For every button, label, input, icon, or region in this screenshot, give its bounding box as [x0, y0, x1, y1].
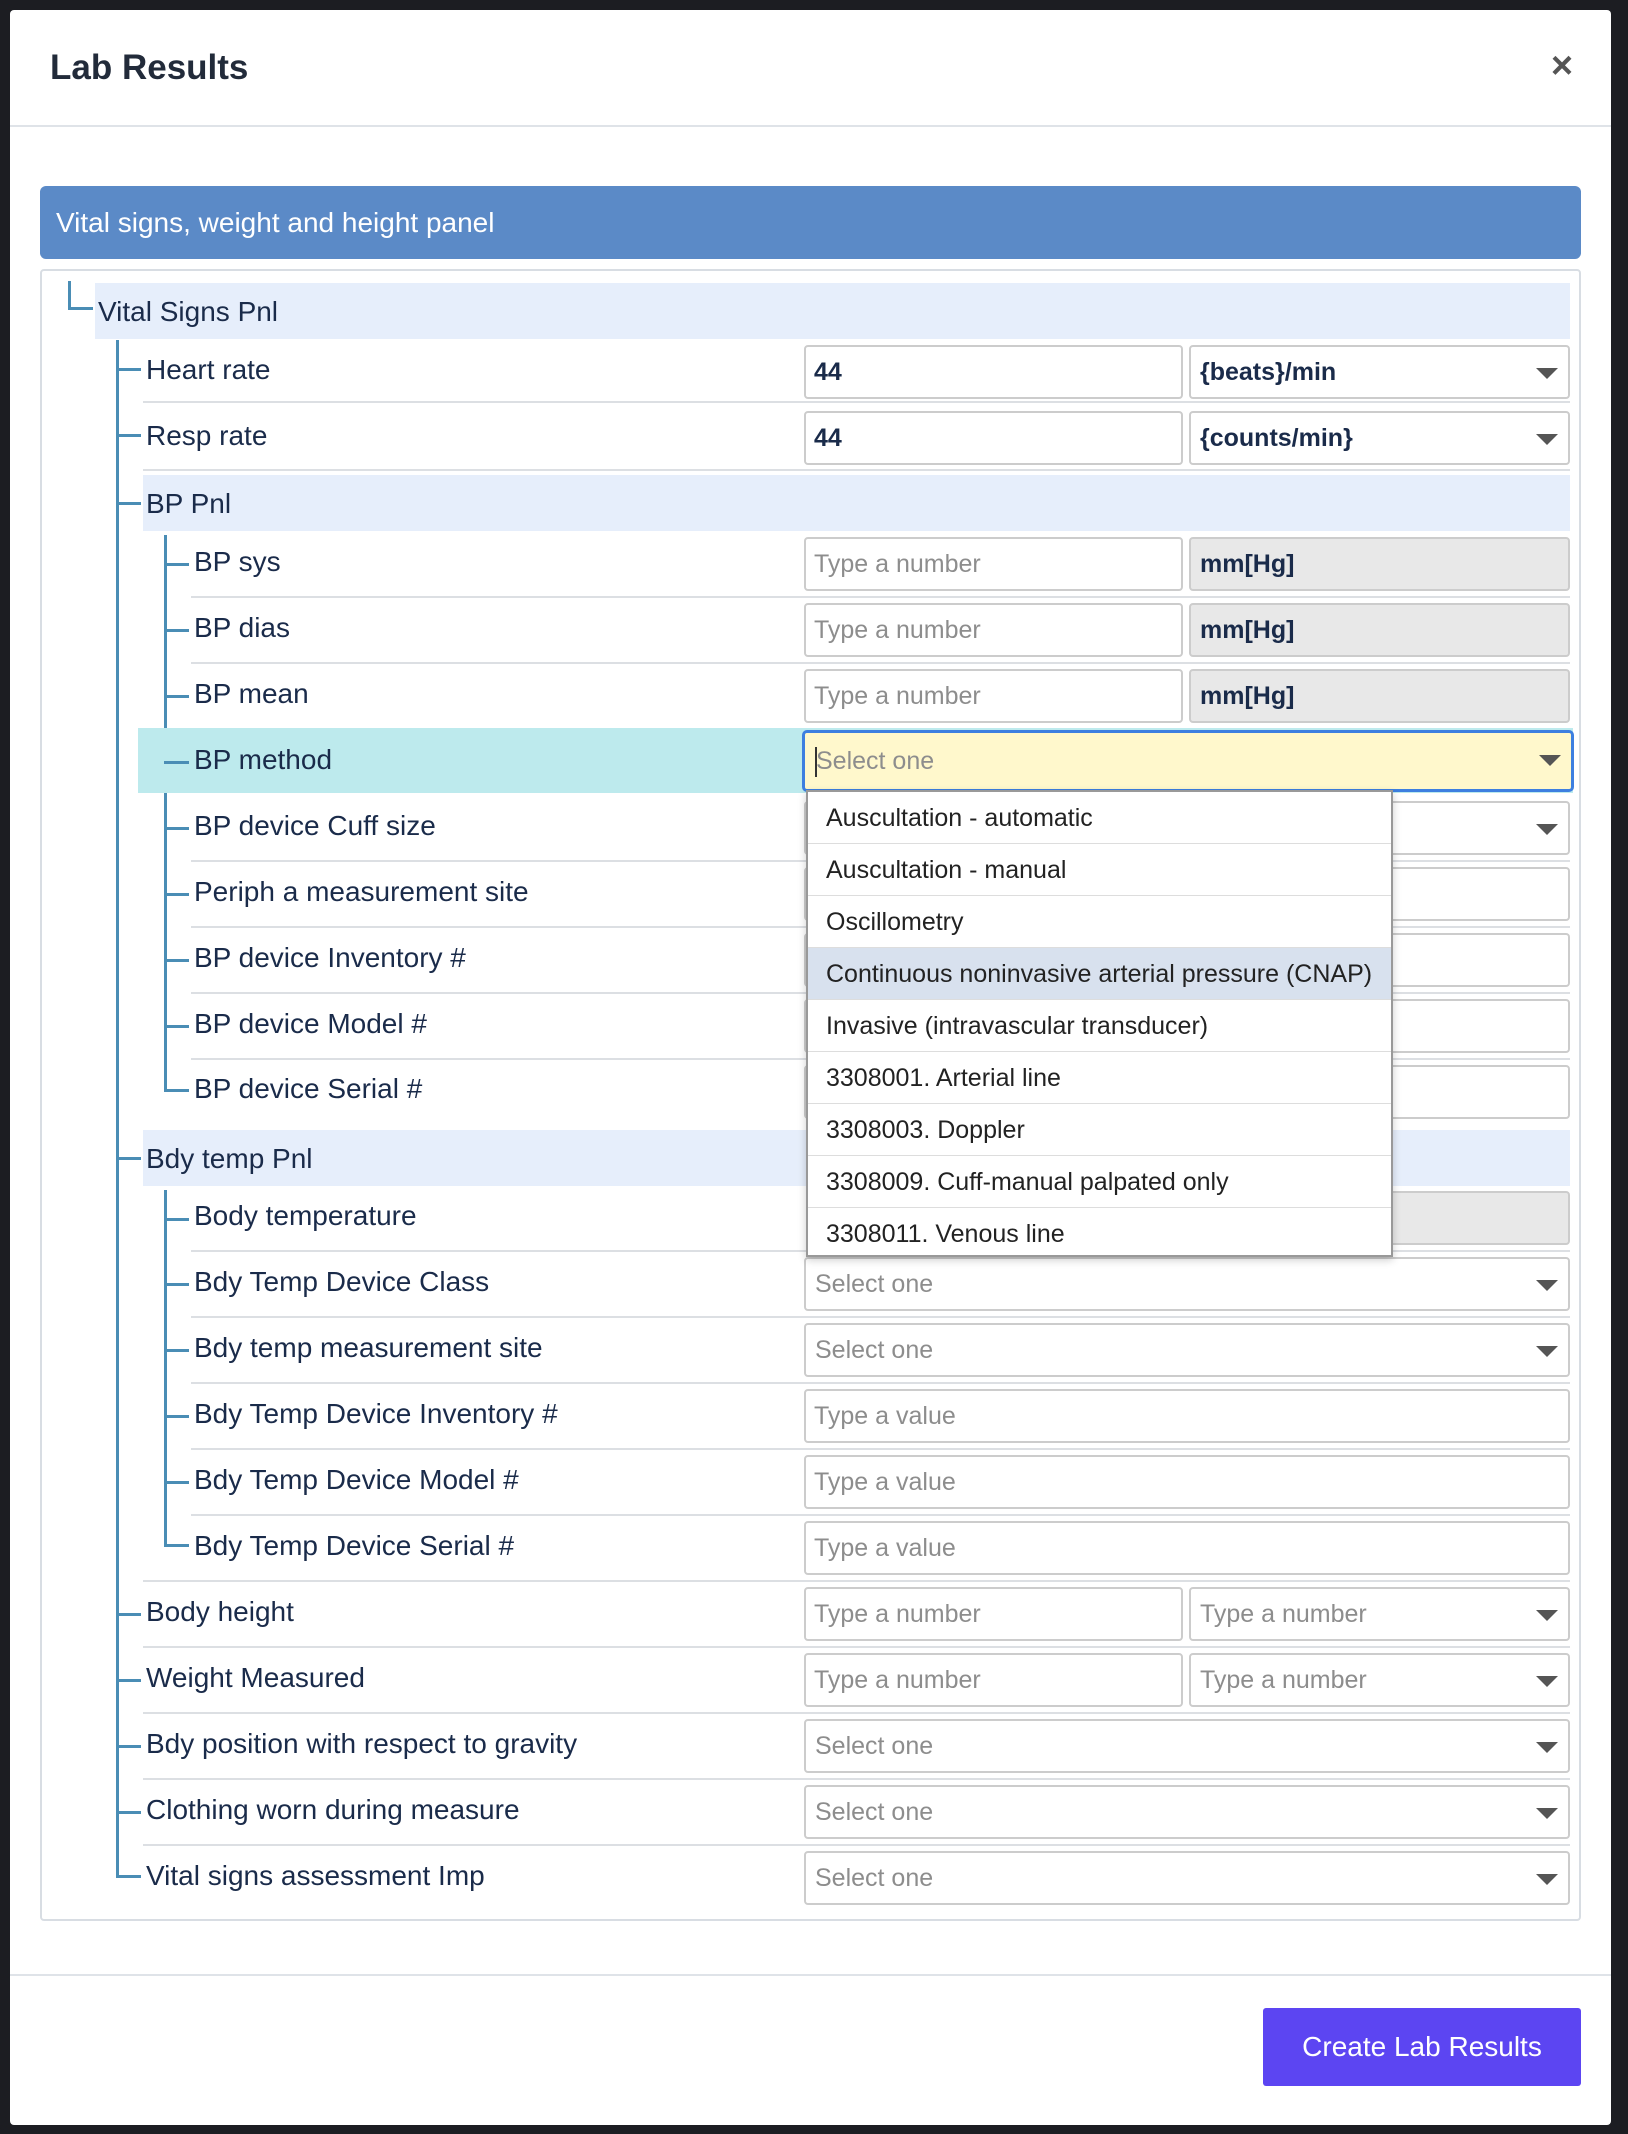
bp-mean-label: BP mean: [194, 678, 309, 709]
resp-rate-input[interactable]: [804, 411, 1183, 465]
heart-rate-label: Heart rate: [146, 354, 271, 385]
bp-dias-label: BP dias: [194, 612, 290, 643]
dropdown-option[interactable]: 3308003. Doppler: [808, 1104, 1391, 1156]
heart-rate-input[interactable]: [804, 345, 1183, 399]
panel-header: Vital signs, weight and height panel: [40, 186, 1581, 259]
temp-site-select[interactable]: Select one: [804, 1323, 1570, 1377]
dropdown-option[interactable]: Oscillometry: [808, 896, 1391, 948]
bp-method-dropdown: Auscultation - automatic Auscultation - …: [806, 790, 1393, 1257]
resp-rate-unit: {counts/min}: [1200, 424, 1353, 452]
bp-model-label: BP device Model #: [194, 1008, 427, 1039]
body-height-unit-placeholder: Type a number: [1200, 1600, 1367, 1628]
chevron-down-icon: [1539, 755, 1561, 766]
dropdown-option[interactable]: 3308011. Venous line: [808, 1208, 1391, 1260]
dropdown-option[interactable]: Auscultation - automatic: [808, 792, 1391, 844]
position-select[interactable]: Select one: [804, 1719, 1570, 1773]
clothing-select[interactable]: Select one: [804, 1785, 1570, 1839]
temp-class-label: Bdy Temp Device Class: [194, 1266, 490, 1297]
chevron-down-icon: [1536, 1742, 1558, 1753]
modal-header: Lab Results ×: [10, 10, 1611, 127]
body-height-label: Body height: [146, 1596, 294, 1627]
heart-rate-unit-select[interactable]: {beats}/min: [1189, 345, 1570, 399]
chevron-down-icon: [1536, 434, 1558, 445]
body-height-input[interactable]: [804, 1587, 1183, 1641]
close-icon[interactable]: ×: [1542, 46, 1582, 86]
bp-serial-label: BP device Serial #: [194, 1073, 423, 1104]
chevron-down-icon: [1536, 1808, 1558, 1819]
heart-rate-unit: {beats}/min: [1200, 358, 1337, 386]
create-lab-results-button[interactable]: Create Lab Results: [1263, 2008, 1581, 2086]
group-label-bp-pnl: BP Pnl: [146, 488, 232, 519]
bp-method-placeholder: Select one: [816, 747, 935, 775]
temp-class-placeholder: Select one: [815, 1270, 934, 1298]
dropdown-option[interactable]: Auscultation - manual: [808, 844, 1391, 896]
chevron-down-icon: [1536, 1346, 1558, 1357]
temp-inventory-input[interactable]: [804, 1389, 1570, 1443]
body-height-unit-select[interactable]: Type a number: [1189, 1587, 1570, 1641]
temp-site-label: Bdy temp measurement site: [194, 1332, 543, 1363]
temp-model-input[interactable]: [804, 1455, 1570, 1509]
bp-dias-unit: mm[Hg]: [1189, 603, 1570, 657]
weight-unit-select[interactable]: Type a number: [1189, 1653, 1570, 1707]
position-placeholder: Select one: [815, 1732, 934, 1760]
body-temp-label: Body temperature: [194, 1200, 417, 1231]
temp-model-label: Bdy Temp Device Model #: [194, 1464, 519, 1495]
bp-dias-input[interactable]: [804, 603, 1183, 657]
temp-inventory-label: Bdy Temp Device Inventory #: [194, 1398, 558, 1429]
assessment-label: Vital signs assessment Imp: [146, 1860, 485, 1891]
chevron-down-icon: [1536, 368, 1558, 379]
group-label-vital-signs-pnl: Vital Signs Pnl: [98, 296, 279, 327]
bp-inventory-label: BP device Inventory #: [194, 942, 466, 973]
chevron-down-icon: [1536, 1280, 1558, 1291]
group-vital-signs-pnl: [95, 283, 1570, 339]
temp-serial-input[interactable]: [804, 1521, 1570, 1575]
group-bp-pnl: [143, 475, 1570, 531]
chevron-down-icon: [1536, 1676, 1558, 1687]
assessment-select[interactable]: Select one: [804, 1851, 1570, 1905]
bp-sys-unit: mm[Hg]: [1189, 537, 1570, 591]
bp-method-label: BP method: [194, 744, 333, 775]
bp-sys-label: BP sys: [194, 546, 281, 577]
text-cursor: [815, 747, 817, 777]
bp-mean-unit: mm[Hg]: [1189, 669, 1570, 723]
bp-mean-input[interactable]: [804, 669, 1183, 723]
chevron-down-icon: [1536, 1874, 1558, 1885]
temp-serial-label: Bdy Temp Device Serial #: [194, 1530, 515, 1561]
clothing-placeholder: Select one: [815, 1798, 934, 1826]
clothing-label: Clothing worn during measure: [146, 1794, 520, 1825]
temp-site-placeholder: Select one: [815, 1336, 934, 1364]
weight-input[interactable]: [804, 1653, 1183, 1707]
dropdown-option-highlighted[interactable]: Continuous noninvasive arterial pressure…: [808, 948, 1391, 1000]
footer-divider: [10, 1974, 1611, 1976]
bp-method-select[interactable]: Select one: [802, 730, 1574, 792]
weight-label: Weight Measured: [146, 1662, 365, 1693]
chevron-down-icon: [1536, 1610, 1558, 1621]
position-label: Bdy position with respect to gravity: [146, 1728, 578, 1759]
weight-unit-placeholder: Type a number: [1200, 1666, 1367, 1694]
dropdown-option[interactable]: 3308001. Arterial line: [808, 1052, 1391, 1104]
temp-class-select[interactable]: Select one: [804, 1257, 1570, 1311]
dropdown-option[interactable]: 3308009. Cuff-manual palpated only: [808, 1156, 1391, 1208]
dropdown-option[interactable]: Invasive (intravascular transducer): [808, 1000, 1391, 1052]
group-label-bdy-temp-pnl: Bdy temp Pnl: [146, 1143, 313, 1174]
modal-title: Lab Results: [50, 48, 249, 87]
resp-rate-label: Resp rate: [146, 420, 268, 451]
bp-cuff-label: BP device Cuff size: [194, 810, 436, 841]
assessment-placeholder: Select one: [815, 1864, 934, 1892]
chevron-down-icon: [1536, 824, 1558, 835]
bp-sys-input[interactable]: [804, 537, 1183, 591]
periph-site-label: Periph a measurement site: [194, 876, 529, 907]
resp-rate-unit-select[interactable]: {counts/min}: [1189, 411, 1570, 465]
